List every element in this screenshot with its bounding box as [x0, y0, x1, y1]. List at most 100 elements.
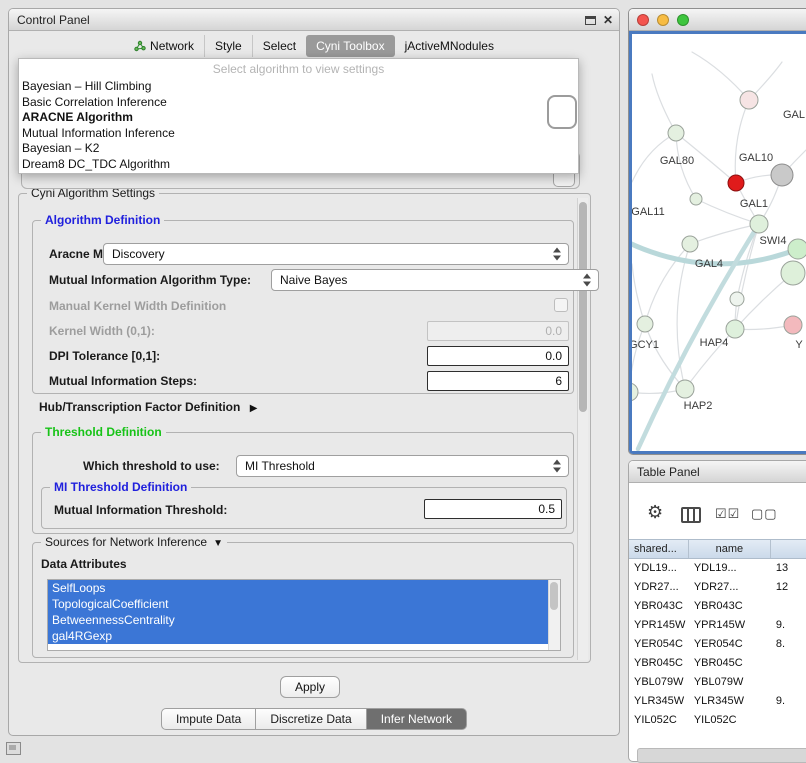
expand-down-icon[interactable]: ▼ — [213, 538, 223, 549]
network-node[interactable] — [728, 175, 744, 191]
tab-jactivemnodules[interactable]: jActiveMNodules — [395, 35, 504, 57]
table-row[interactable]: YBR045CYBR045C — [629, 654, 806, 673]
algorithm-item[interactable]: Bayesian – K2 — [19, 141, 578, 157]
table-cell: YDL19... — [629, 559, 689, 578]
algorithm-item[interactable]: Mutual Information Inference — [19, 126, 578, 142]
network-node[interactable] — [781, 261, 805, 285]
column-layout-icon[interactable] — [681, 507, 701, 523]
kernel-width-field[interactable] — [427, 321, 569, 341]
node-label: Y — [795, 339, 803, 351]
table-cell: 13 — [771, 559, 806, 578]
network-canvas[interactable]: GAL80GAL10GAL11GAL1SWI4GAL4GCY1HAP4HAP2Y… — [632, 34, 806, 451]
table-cell — [771, 711, 806, 730]
table-row[interactable]: YIL052CYIL052C — [629, 711, 806, 730]
settings-scrollbar[interactable] — [577, 198, 588, 660]
table-row[interactable]: YLR345WYLR345W9. — [629, 692, 806, 711]
table-row[interactable]: YDR27...YDR27...12 — [629, 578, 806, 597]
table-row[interactable]: YER054CYER054C8. — [629, 635, 806, 654]
mac-zoom-button[interactable] — [677, 14, 689, 26]
table-body: YDL19...YDL19...13YDR27...YDR27...12YBR0… — [629, 559, 806, 730]
dpi-tolerance-field[interactable] — [427, 346, 569, 366]
table-column-header[interactable]: name — [689, 540, 771, 558]
network-node[interactable] — [676, 380, 694, 398]
table-column-header[interactable] — [771, 540, 806, 558]
network-view-window: GAL80GAL10GAL11GAL1SWI4GAL4GCY1HAP4HAP2Y… — [628, 8, 806, 455]
attr-list-scrollbar-thumb[interactable] — [550, 582, 558, 610]
mac-close-button[interactable] — [637, 14, 649, 26]
network-node[interactable] — [784, 316, 802, 334]
network-node[interactable] — [730, 292, 744, 306]
algorithm-item[interactable]: Basic Correlation Inference — [19, 95, 578, 111]
table-cell: YDL19... — [689, 559, 771, 578]
node-label: GAL4 — [695, 258, 723, 270]
settings-scrollbar-thumb[interactable] — [579, 202, 587, 412]
attribute-item[interactable]: BetweennessCentrality — [48, 612, 548, 628]
table-row[interactable]: YBL079WYBL079W — [629, 673, 806, 692]
table-row[interactable]: YPR145WYPR145W9. — [629, 616, 806, 635]
table-cell: YLR345W — [629, 692, 689, 711]
algorithm-item[interactable]: Dream8 DC_TDC Algorithm — [19, 157, 578, 173]
table-cell: YBR045C — [689, 654, 771, 673]
table-cell: YBR043C — [629, 597, 689, 616]
network-node[interactable] — [682, 236, 698, 252]
attr-items: SelfLoopsTopologicalCoefficientBetweenne… — [48, 580, 560, 644]
data-attributes-list[interactable]: SelfLoopsTopologicalCoefficientBetweenne… — [47, 579, 561, 651]
tab-select[interactable]: Select — [252, 35, 306, 57]
tab-cyni-toolbox[interactable]: Cyni Toolbox — [306, 35, 394, 57]
table-cell: YER054C — [629, 635, 689, 654]
table-toolbar: ⚙ ☑☑ ▢▢ — [629, 487, 806, 539]
apply-button[interactable]: Apply — [280, 676, 340, 698]
float-window-icon[interactable] — [585, 16, 596, 25]
expand-right-icon[interactable]: ▶ — [250, 403, 258, 414]
mi-type-select[interactable]: Naive Bayes — [271, 269, 599, 291]
tab-label: Network — [150, 39, 194, 53]
bottom-tab-infer-network[interactable]: Infer Network — [367, 708, 467, 730]
mac-minimize-button[interactable] — [657, 14, 669, 26]
dock-panel-icon[interactable] — [6, 742, 21, 755]
aracne-mode-select[interactable]: Discovery — [103, 243, 569, 265]
combo-arrows-icon — [583, 274, 592, 287]
bottom-tab-discretize-data[interactable]: Discretize Data — [256, 708, 366, 730]
network-node[interactable] — [771, 164, 793, 186]
network-edge — [632, 264, 645, 324]
table-row[interactable]: YBR043CYBR043C — [629, 597, 806, 616]
tab-style[interactable]: Style — [204, 35, 252, 57]
mi-steps-label: Mutual Information Steps: — [49, 374, 197, 388]
tab-network[interactable]: Network — [124, 35, 204, 57]
combo-arrows-icon — [553, 248, 562, 261]
network-node[interactable] — [690, 193, 702, 205]
mi-type-value: Naive Bayes — [280, 273, 347, 287]
cyni-settings-group: Cyni Algorithm Settings Algorithm Defini… — [18, 193, 591, 663]
control-panel-window: Control Panel ✕ NetworkStyleSelectCyni T… — [8, 8, 620, 736]
algorithm-item[interactable]: ARACNE Algorithm — [19, 110, 578, 126]
attr-list-scrollbar[interactable] — [548, 580, 560, 650]
mi-threshold-field[interactable] — [424, 499, 562, 519]
node-label: GAL10 — [739, 152, 773, 164]
network-node[interactable] — [788, 239, 806, 259]
table-cell — [771, 597, 806, 616]
close-icon[interactable]: ✕ — [603, 14, 613, 26]
network-node[interactable] — [632, 383, 638, 401]
network-node[interactable] — [726, 320, 744, 338]
mi-steps-field[interactable] — [427, 371, 569, 391]
table-cell: YER054C — [689, 635, 771, 654]
attribute-item[interactable]: gal4RGexp — [48, 628, 548, 644]
network-node[interactable] — [637, 316, 653, 332]
hub-definition-row[interactable]: Hub/Transcription Factor Definition ▶ — [39, 400, 257, 414]
algorithm-item[interactable]: Bayesian – Hill Climbing — [19, 79, 578, 95]
select-checked-icon[interactable]: ☑☑ — [715, 506, 740, 522]
network-node[interactable] — [750, 215, 768, 233]
bottom-tab-bar: Impute DataDiscretize DataInfer Network — [9, 708, 619, 730]
settings-gear-icon[interactable]: ⚙ — [647, 502, 663, 523]
network-node[interactable] — [740, 91, 758, 109]
table-bottom-strip — [637, 748, 806, 763]
manual-kernel-checkbox[interactable] — [554, 298, 568, 312]
select-unchecked-icon[interactable]: ▢▢ — [751, 506, 778, 522]
network-node[interactable] — [668, 125, 684, 141]
table-row[interactable]: YDL19...YDL19...13 — [629, 559, 806, 578]
attribute-item[interactable]: SelfLoops — [48, 580, 548, 596]
table-column-header[interactable]: shared... — [629, 540, 689, 558]
bottom-tab-impute-data[interactable]: Impute Data — [161, 708, 256, 730]
which-threshold-select[interactable]: MI Threshold — [236, 455, 569, 477]
attribute-item[interactable]: TopologicalCoefficient — [48, 596, 548, 612]
